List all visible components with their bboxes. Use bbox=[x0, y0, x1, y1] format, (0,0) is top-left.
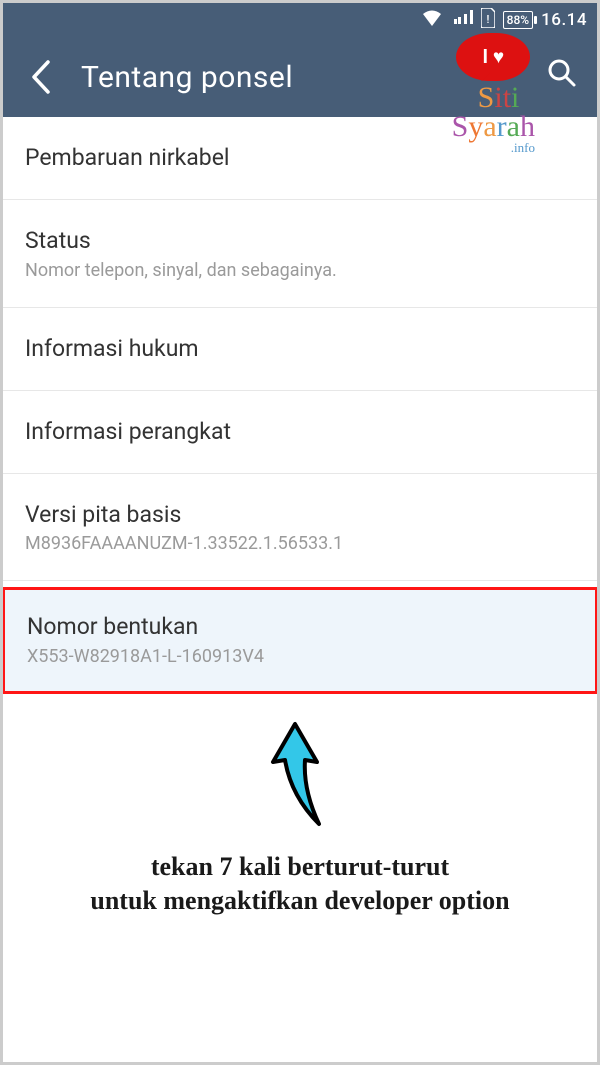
watermark-line2: Syarah bbox=[452, 113, 535, 142]
svg-text:!: ! bbox=[486, 13, 489, 26]
battery-percent: 88% bbox=[507, 13, 529, 27]
item-subtitle: Nomor telepon, sinyal, dan sebagainya. bbox=[25, 260, 575, 281]
sim-icon: ! bbox=[481, 8, 495, 33]
search-button[interactable] bbox=[547, 58, 577, 96]
annotation-line2: untuk mengaktifkan developer option bbox=[13, 884, 587, 918]
battery-icon: 88% bbox=[503, 11, 533, 29]
status-time: 16.14 bbox=[541, 10, 587, 30]
item-legal-info[interactable]: Informasi hukum bbox=[3, 308, 597, 391]
item-status[interactable]: Status Nomor telepon, sinyal, dan sebaga… bbox=[3, 200, 597, 308]
watermark-logo: I ♥ Siti Syarah .info bbox=[452, 33, 535, 156]
annotation-arrow bbox=[3, 716, 597, 840]
item-title: Informasi hukum bbox=[25, 334, 575, 364]
item-subtitle: M8936FAAAANUZM-1.33522.1.56533.1 bbox=[25, 533, 575, 554]
item-build-number[interactable]: Nomor bentukan X553-W82918A1-L-160913V4 bbox=[2, 587, 598, 694]
item-baseband[interactable]: Versi pita basis M8936FAAAANUZM-1.33522.… bbox=[3, 474, 597, 582]
phone-frame: ! 88% 16.14 Tentang ponsel I ♥ Siti Syar… bbox=[0, 0, 600, 1065]
status-bar: ! 88% 16.14 bbox=[3, 3, 597, 37]
item-title: Informasi perangkat bbox=[25, 417, 575, 447]
watermark-bubble: I ♥ bbox=[456, 33, 530, 81]
back-button[interactable] bbox=[21, 60, 61, 94]
signal-icon bbox=[451, 9, 473, 32]
annotation-text: tekan 7 kali berturut-turut untuk mengak… bbox=[3, 850, 597, 918]
settings-list: Pembaruan nirkabel Status Nomor telepon,… bbox=[3, 117, 597, 694]
item-device-info[interactable]: Informasi perangkat bbox=[3, 391, 597, 474]
item-subtitle: X553-W82918A1-L-160913V4 bbox=[27, 646, 573, 667]
wifi-icon bbox=[421, 9, 443, 32]
item-title: Versi pita basis bbox=[25, 500, 575, 530]
annotation-line1: tekan 7 kali berturut-turut bbox=[13, 850, 587, 884]
item-title: Status bbox=[25, 226, 575, 256]
item-title: Nomor bentukan bbox=[27, 612, 573, 642]
